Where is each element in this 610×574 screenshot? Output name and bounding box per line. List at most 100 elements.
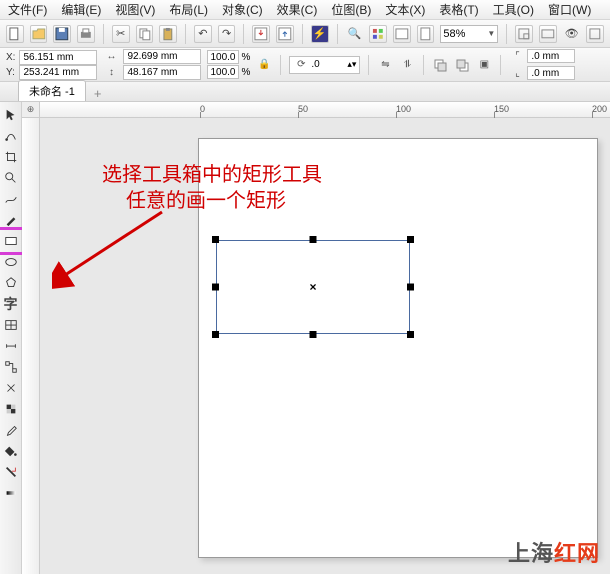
resize-handle-ml[interactable] [212,284,219,291]
publish-pdf-button[interactable] [417,25,435,43]
menu-object[interactable]: 对象(C) [222,1,263,18]
save-button[interactable] [53,25,71,43]
menu-file[interactable]: 文件(F) [8,1,47,18]
dropdown-icon[interactable]: ▼ [485,29,495,38]
interactive-tool[interactable] [2,379,20,397]
resize-handle-br[interactable] [407,331,414,338]
rectangle-tool[interactable] [2,232,20,250]
corner-bl-icon: ⌞ [509,65,525,81]
corner-tl-icon: ⌜ [509,48,525,64]
connector-tool[interactable] [2,358,20,376]
height-icon: ↕ [103,65,119,81]
export-button[interactable] [276,25,294,43]
ruler-tick: 0 [200,104,205,114]
mirror-v-icon[interactable]: ⥮ [399,57,415,73]
undo-button[interactable]: ↶ [194,25,212,43]
zoom-tool[interactable] [2,169,20,187]
y-input[interactable]: 253.241 mm [19,65,97,80]
mirror-h-icon[interactable]: ⇋ [377,57,393,73]
menu-table[interactable]: 表格(T) [439,1,478,18]
scale-group: % % [207,50,250,79]
canvas-area[interactable]: ⊕ 0 50 100 150 200 选择工具箱中的矩形工具 任意的画一个矩形 [22,102,610,574]
center-marker: × [309,280,316,294]
resize-handle-tc[interactable] [310,236,317,243]
resize-handle-bl[interactable] [212,331,219,338]
percent-label: % [241,67,250,78]
cut-button[interactable]: ✂ [112,25,130,43]
separator [103,24,104,44]
rotation-input[interactable]: ⟳ ▴▾ [289,56,360,74]
width-input[interactable]: 92.699 mm [123,49,201,64]
corner-tl-value[interactable]: .0 mm [527,49,575,63]
crop-tool[interactable] [2,148,20,166]
resize-handle-tr[interactable] [407,236,414,243]
paste-button[interactable] [159,25,177,43]
publish-button[interactable]: ⚡ [311,25,329,43]
polygon-tool[interactable] [2,274,20,292]
artistic-media-tool[interactable] [2,211,20,229]
menu-edit[interactable]: 编辑(E) [61,1,101,18]
table-tool[interactable] [2,316,20,334]
lock-ratio-icon[interactable]: 🔒 [256,57,272,73]
print-button[interactable] [77,25,95,43]
pick-tool[interactable] [2,106,20,124]
view-icon[interactable]: 👁 [563,25,581,43]
ellipse-tool[interactable] [2,253,20,271]
height-input[interactable]: 48.167 mm [123,65,201,80]
drawing-page[interactable] [198,138,598,558]
resize-handle-mr[interactable] [407,284,414,291]
annotation-arrow [52,197,182,297]
ruler-tick: 50 [298,104,308,114]
x-input[interactable]: 56.151 mm [19,50,97,65]
horizontal-ruler[interactable]: 0 50 100 150 200 [40,102,610,118]
workspace: 字 ⊕ 0 50 100 150 200 选择工具箱中的矩形工具 任意的画一个矩… [0,102,610,574]
scale-x-input[interactable] [207,50,239,64]
text-tool[interactable]: 字 [2,295,20,313]
angle-icon: ⟳ [293,57,309,73]
interactive-fill-tool[interactable] [2,484,20,502]
menu-tools[interactable]: 工具(O) [493,1,534,18]
copy-button[interactable] [136,25,154,43]
resize-handle-tl[interactable] [212,236,219,243]
app-launcher-button[interactable] [369,25,387,43]
eyedropper-tool[interactable] [2,421,20,439]
corner-bl-value[interactable]: .0 mm [527,66,575,80]
ruler-tick: 150 [494,104,509,114]
welcome-button[interactable] [393,25,411,43]
ruler-origin[interactable]: ⊕ [22,102,40,118]
separator [280,55,281,75]
menu-view[interactable]: 视图(V) [115,1,155,18]
order-back-icon[interactable] [454,57,470,73]
preview-button[interactable] [586,25,604,43]
import-button[interactable] [252,25,270,43]
resize-handle-bc[interactable] [310,331,317,338]
menu-bar: 文件(F) 编辑(E) 视图(V) 布局(L) 对象(C) 效果(C) 位图(B… [0,0,610,20]
snap-button[interactable] [515,25,533,43]
vertical-ruler[interactable] [22,118,40,574]
redo-button[interactable]: ↷ [218,25,236,43]
scale-y-input[interactable] [207,65,239,79]
dimension-tool[interactable] [2,337,20,355]
ruler-tick: 200 [592,104,607,114]
shape-tool[interactable] [2,127,20,145]
menu-effect[interactable]: 效果(C) [277,1,318,18]
add-tab-button[interactable]: + [88,86,108,101]
options-button[interactable] [539,25,557,43]
zoom-select[interactable]: ▼ [440,25,498,43]
menu-window[interactable]: 窗口(W) [548,1,591,18]
fill-tool[interactable] [2,442,20,460]
wrap-icon[interactable]: ▣ [476,57,492,73]
transparency-tool[interactable] [2,400,20,418]
menu-bitmap[interactable]: 位图(B) [331,1,371,18]
open-button[interactable] [30,25,48,43]
new-button[interactable] [6,25,24,43]
menu-text[interactable]: 文本(X) [385,1,425,18]
order-front-icon[interactable] [432,57,448,73]
freehand-tool[interactable] [2,190,20,208]
search-icon[interactable]: 🔍 [346,25,364,43]
zoom-input[interactable] [443,28,485,40]
selected-rectangle[interactable]: × [208,232,418,342]
outline-tool[interactable] [2,463,20,481]
document-tab[interactable]: 未命名 -1 [18,80,86,101]
menu-layout[interactable]: 布局(L) [169,1,208,18]
